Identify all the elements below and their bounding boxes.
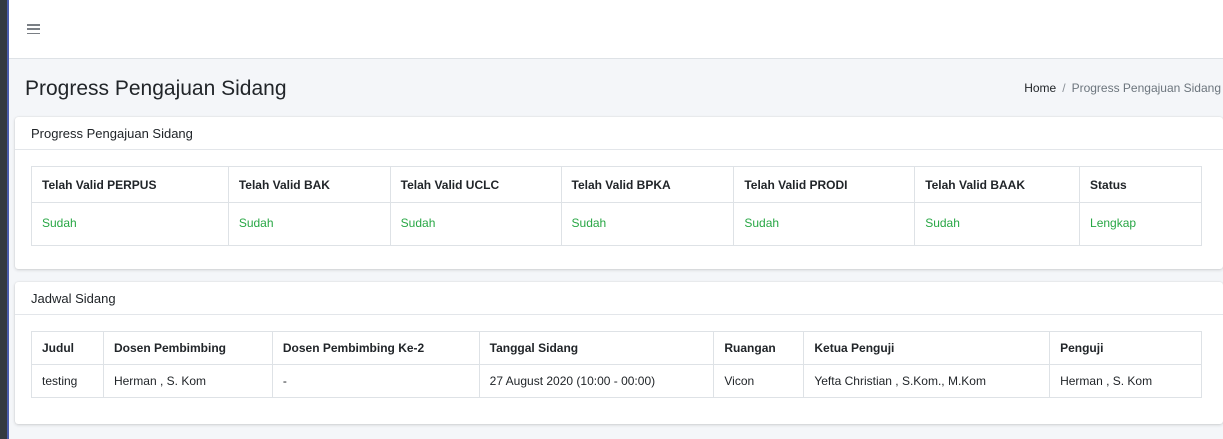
progress-table: Telah Valid PERPUS Telah Valid BAK Telah… xyxy=(31,166,1202,246)
content-header: Progress Pengajuan Sidang Home / Progres… xyxy=(9,59,1223,117)
progress-card-title: Progress Pengajuan Sidang xyxy=(15,117,1223,150)
cell-status: Lengkap xyxy=(1079,202,1202,246)
jadwal-card: Jadwal Sidang Judul Dosen Pembimbing Dos… xyxy=(15,282,1223,424)
jadwal-table: Judul Dosen Pembimbing Dosen Pembimbing … xyxy=(31,331,1202,398)
table-row: Sudah Sudah Sudah Sudah Sudah Sudah Leng… xyxy=(31,202,1202,246)
header-valid-baak: Telah Valid BAAK xyxy=(914,166,1081,203)
jadwal-card-title: Jadwal Sidang xyxy=(15,282,1223,315)
header-dosen-pembimbing: Dosen Pembimbing xyxy=(102,331,273,365)
header-valid-uclc: Telah Valid UCLC xyxy=(389,166,562,203)
progress-header-row: Telah Valid PERPUS Telah Valid BAK Telah… xyxy=(31,166,1202,203)
header-judul: Judul xyxy=(31,331,104,365)
header-valid-bak: Telah Valid BAK xyxy=(227,166,391,203)
header-valid-bpka: Telah Valid BPKA xyxy=(560,166,735,203)
cell-valid-bpka: Sudah xyxy=(560,202,735,246)
hamburger-icon[interactable] xyxy=(27,24,40,34)
header-ketua-penguji: Ketua Penguji xyxy=(803,331,1051,365)
header-dosen-pembimbing-2: Dosen Pembimbing Ke-2 xyxy=(271,331,480,365)
cell-judul: testing xyxy=(31,364,104,398)
header-status: Status xyxy=(1079,166,1202,203)
cell-valid-perpus: Sudah xyxy=(31,202,229,246)
header-valid-perpus: Telah Valid PERPUS xyxy=(31,166,229,203)
sidebar-edge xyxy=(0,0,9,439)
breadcrumb-separator: / xyxy=(1062,81,1066,95)
cell-valid-prodi: Sudah xyxy=(733,202,916,246)
cell-tanggal-sidang: 27 August 2020 (10:00 - 00:00) xyxy=(478,364,715,398)
cell-dosen-pembimbing: Herman , S. Kom xyxy=(102,364,273,398)
cell-ketua-penguji: Yefta Christian , S.Kom., M.Kom xyxy=(803,364,1051,398)
progress-card: Progress Pengajuan Sidang Telah Valid PE… xyxy=(15,117,1223,269)
jadwal-header-row: Judul Dosen Pembimbing Dosen Pembimbing … xyxy=(31,331,1202,365)
header-valid-prodi: Telah Valid PRODI xyxy=(733,166,916,203)
cell-penguji: Herman , S. Kom xyxy=(1049,364,1202,398)
breadcrumb-home-link[interactable]: Home xyxy=(1024,81,1056,95)
cell-valid-uclc: Sudah xyxy=(389,202,562,246)
header-ruangan: Ruangan xyxy=(713,331,805,365)
cell-ruangan: Vicon xyxy=(713,364,805,398)
page-title: Progress Pengajuan Sidang xyxy=(25,77,287,100)
cell-valid-baak: Sudah xyxy=(914,202,1081,246)
header-tanggal-sidang: Tanggal Sidang xyxy=(478,331,715,365)
breadcrumb: Home / Progress Pengajuan Sidang xyxy=(1024,81,1223,95)
cell-valid-bak: Sudah xyxy=(227,202,391,246)
cell-dosen-pembimbing-2: - xyxy=(271,364,480,398)
header-penguji: Penguji xyxy=(1049,331,1202,365)
breadcrumb-current: Progress Pengajuan Sidang xyxy=(1071,81,1221,95)
top-navbar xyxy=(9,0,1223,59)
table-row: testing Herman , S. Kom - 27 August 2020… xyxy=(31,364,1202,398)
